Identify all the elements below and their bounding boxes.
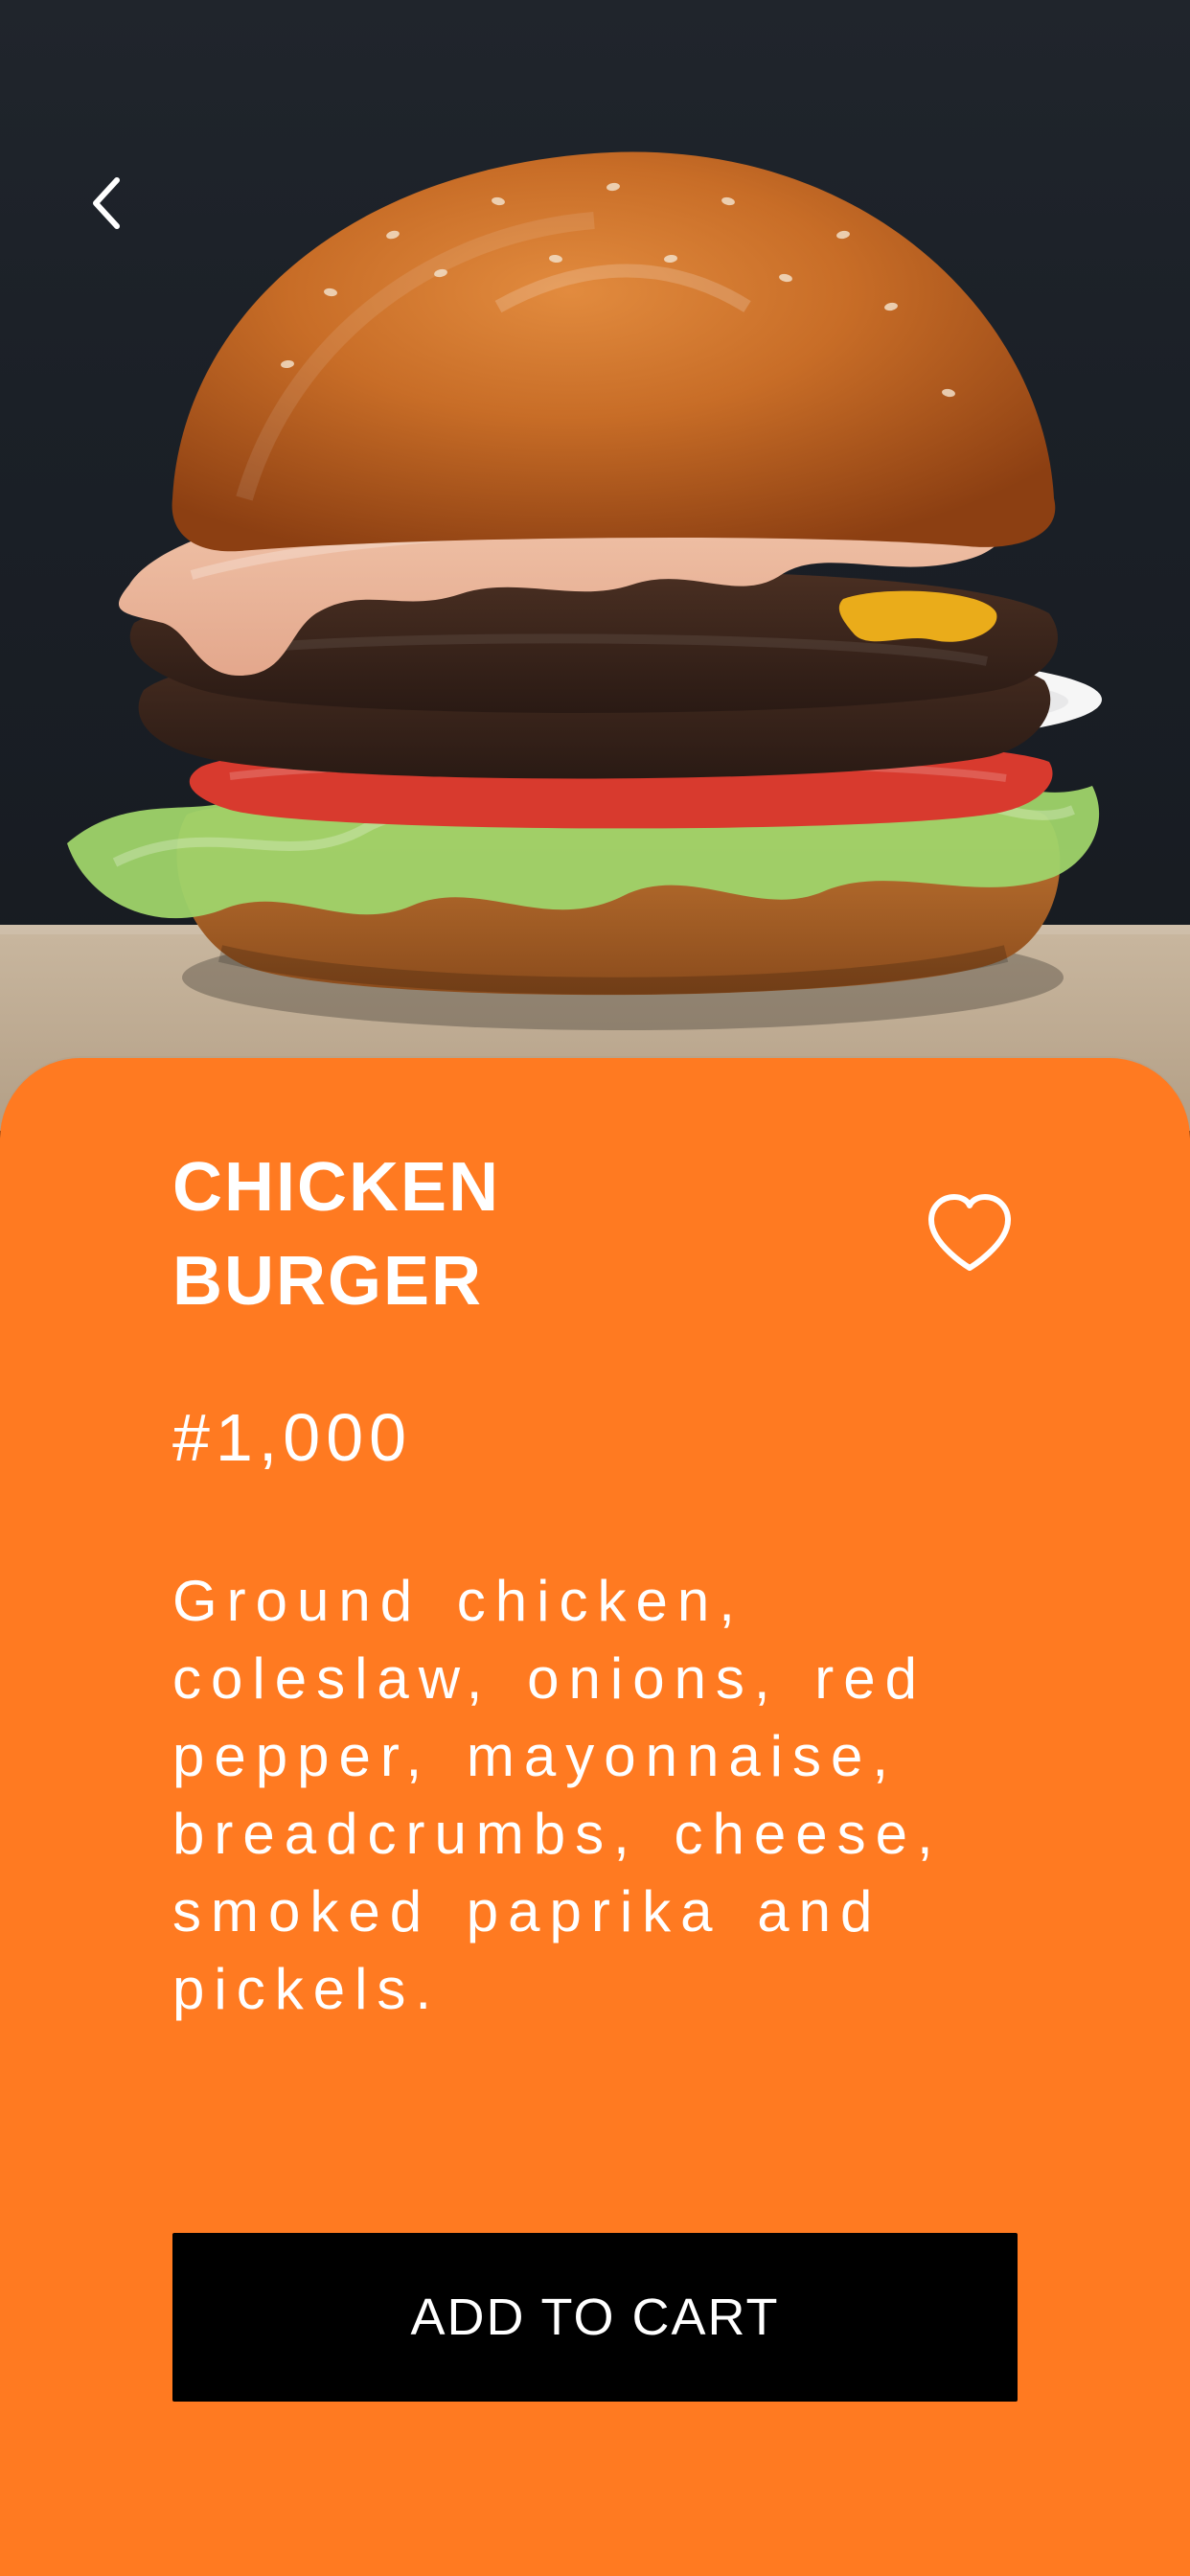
chevron-left-icon: [93, 177, 120, 229]
add-to-cart-button[interactable]: ADD TO CART: [172, 2233, 1018, 2402]
product-title-line-2: BURGER: [172, 1243, 484, 1320]
hero-image: [0, 0, 1190, 1131]
product-description: Ground chicken, coleslaw, onions, red pe…: [172, 1569, 943, 2021]
burger-photo: [0, 151, 1190, 1131]
product-title-line-1: CHICKEN: [172, 1149, 501, 1226]
favorite-button[interactable]: [912, 1175, 1027, 1290]
product-title: CHICKEN BURGER: [172, 1140, 767, 1328]
heart-outline-icon: [928, 1194, 1011, 1271]
back-button[interactable]: [84, 174, 153, 243]
product-detail-screen: CHICKEN BURGER #1,000 Ground chicken, co…: [0, 0, 1190, 2576]
product-price: #1,000: [172, 1400, 413, 1475]
